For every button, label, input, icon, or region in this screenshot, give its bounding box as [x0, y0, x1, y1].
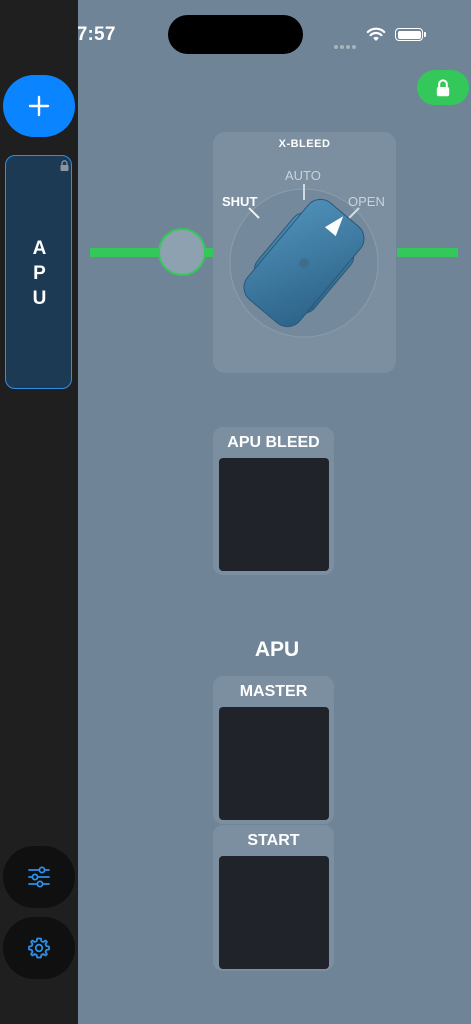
apu-start-label: START	[247, 832, 300, 849]
panel-tab-label: A P U	[32, 238, 47, 309]
edit-lock-toggle[interactable]	[417, 70, 469, 105]
bleed-duct-left	[90, 248, 165, 257]
plus-icon	[28, 95, 50, 117]
dynamic-island	[168, 15, 303, 54]
apu-bleed-label: APU BLEED	[227, 434, 320, 451]
apu-master-switch-block: MASTER	[213, 676, 334, 824]
bleed-duct-right	[397, 248, 458, 257]
apu-section-heading: APU	[254, 638, 300, 661]
wifi-icon	[366, 26, 386, 47]
apu-bleed-switch-block: APU BLEED	[213, 427, 334, 575]
sliders-icon	[28, 866, 50, 888]
apu-bleed-pushbutton[interactable]	[219, 458, 329, 571]
xbleed-position-shut: SHUT	[222, 194, 258, 209]
bleed-valve-indicator	[158, 228, 206, 276]
xbleed-position-auto: AUTO	[285, 168, 321, 183]
apu-start-pushbutton[interactable]	[219, 856, 329, 969]
settings-button[interactable]	[3, 917, 75, 979]
xbleed-selector-panel: X-BLEED AUTO SHUT OPEN	[213, 132, 396, 373]
xbleed-position-open: OPEN	[348, 194, 385, 209]
apu-start-switch-block: START	[213, 825, 334, 971]
apu-master-pushbutton[interactable]	[219, 707, 329, 820]
filter-settings-button[interactable]	[3, 846, 75, 908]
battery-tip	[424, 32, 426, 37]
lock-icon	[436, 78, 450, 96]
lock-icon	[60, 160, 69, 171]
battery-icon	[395, 28, 423, 41]
panel-tab-apu[interactable]: A P U	[5, 155, 72, 389]
add-panel-button[interactable]	[3, 75, 75, 137]
apu-master-label: MASTER	[239, 683, 308, 700]
cellular-signal-icon	[334, 36, 358, 54]
gear-icon	[28, 937, 50, 959]
